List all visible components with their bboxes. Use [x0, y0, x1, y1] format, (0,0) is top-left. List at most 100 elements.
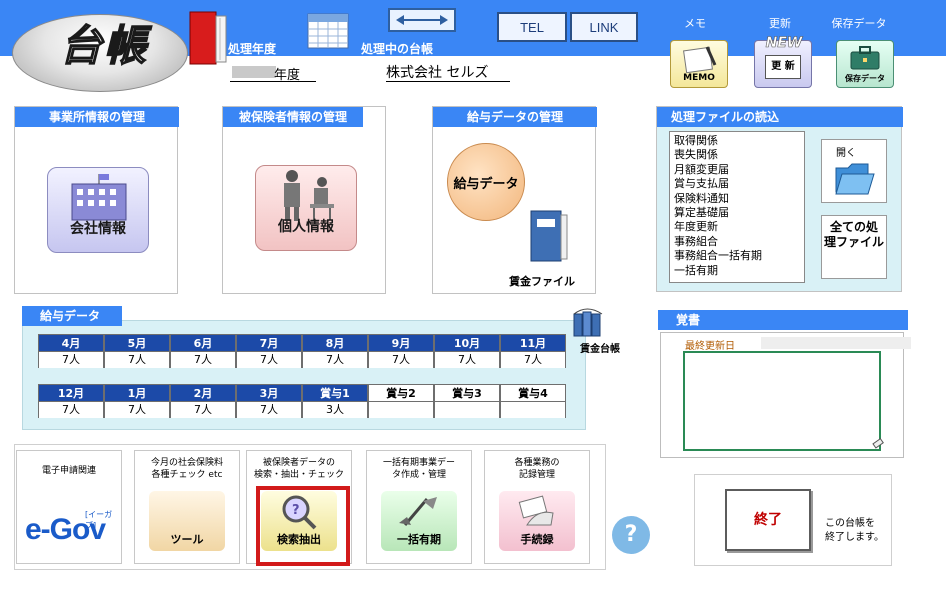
salary-month-cell[interactable]: 8月 7人 — [302, 334, 368, 368]
month-header: 7月 — [237, 335, 301, 352]
current-ledger-caption: 処理中の台帳 — [361, 42, 434, 56]
salary-bonus-cell[interactable]: 賞与1 3人 — [302, 384, 368, 418]
personal-info-button[interactable]: 個人情報 — [255, 165, 357, 251]
bonus-header: 賞与4 — [501, 385, 565, 402]
process-file-list[interactable]: 取得関係 喪失関係 月額変更届 賞与支払届 保険料通知 算定基礎届 年度更新 事… — [669, 131, 805, 283]
month-header: 6月 — [171, 335, 235, 352]
month-count: 7人 — [237, 352, 301, 368]
open-file-button[interactable]: 開く — [821, 139, 887, 203]
salary-bonus-cell[interactable]: 賞与3 — [434, 384, 500, 418]
salary-month-cell[interactable]: 10月 7人 — [434, 334, 500, 368]
salary-month-cell[interactable]: 5月 7人 — [104, 334, 170, 368]
tools-caption: 今月の社会保険料 各種チェック etc — [150, 458, 223, 480]
insured-panel-title: 被保険者情報の管理 — [223, 107, 363, 127]
month-count: 7人 — [171, 352, 235, 368]
month-header: 1月 — [105, 385, 169, 402]
file-list-item[interactable]: 喪失関係 — [674, 148, 800, 162]
month-count: 7人 — [501, 352, 565, 368]
header: 台帳 処理年度 処理中の台帳 TEL LINK メモ 更新 保存データ MEMO… — [0, 0, 946, 92]
memo-button[interactable]: MEMO — [670, 40, 728, 88]
salary-bonus-cell[interactable]: 賞与4 — [500, 384, 566, 418]
all-process-files-button[interactable]: 全ての処 理ファイル — [821, 215, 887, 279]
month-header: 2月 — [171, 385, 235, 402]
salary-month-cell[interactable]: 11月 7人 — [500, 334, 566, 368]
tel-button[interactable]: TEL — [497, 12, 567, 42]
salary-month-cell[interactable]: 4月 7人 — [38, 334, 104, 368]
month-header: 5月 — [105, 335, 169, 352]
last-update-label: 最終更新日 — [685, 341, 735, 352]
month-header: 12月 — [39, 385, 103, 402]
link-button[interactable]: LINK — [570, 12, 638, 42]
salary-month-cell[interactable]: 6月 7人 — [170, 334, 236, 368]
salary-month-cell[interactable]: 7月 7人 — [236, 334, 302, 368]
salary-data-panel: 給与データの管理 給与データ 賃金ファイル — [432, 106, 597, 294]
exit-panel: 終了 この台帳を 終了します。 — [694, 474, 892, 566]
batch-period-button[interactable]: 一括有期 — [381, 491, 457, 551]
egov-subtitle: [イーガブ] — [85, 510, 113, 530]
bonus-count: 3人 — [303, 402, 367, 418]
app-logo-text: 台帳 — [59, 20, 148, 71]
file-list-item[interactable]: 事務組合一括有期 — [674, 249, 800, 263]
salary-month-cell[interactable]: 12月 7人 — [38, 384, 104, 418]
memo-panel: 最終更新日 — [660, 332, 911, 458]
hand-note-icon — [518, 495, 554, 526]
tools-card[interactable]: 今月の社会保険料 各種チェック etc ツール — [134, 450, 240, 564]
search-caption: 被保険者データの 検索・抽出・チェック — [253, 458, 344, 480]
company-info-panel: 事業所情報の管理 会社情報 — [14, 106, 179, 294]
file-list-item[interactable]: 算定基礎届 — [674, 206, 800, 220]
month-count: 7人 — [171, 402, 235, 418]
bonus-header: 賞与3 — [435, 385, 499, 402]
egov-card[interactable]: 電子申請関連 e-Gov [イーガブ] — [16, 450, 122, 564]
fiscal-year-suffix: 年度 — [274, 68, 301, 83]
bonus-header: 賞与2 — [369, 385, 433, 402]
month-count: 7人 — [369, 352, 433, 368]
month-count: 7人 — [303, 352, 367, 368]
month-count: 7人 — [105, 352, 169, 368]
month-count: 7人 — [105, 402, 169, 418]
update-label: 更新 — [769, 17, 791, 30]
wage-ledger-label: 賃金台帳 — [580, 344, 620, 355]
work-record-button[interactable]: 手続録 — [499, 491, 575, 551]
exit-button[interactable]: 終了 — [725, 489, 811, 551]
wage-file-icon[interactable] — [529, 207, 569, 263]
egov-caption: 電子申請関連 — [41, 466, 96, 476]
salary-month-cell[interactable]: 9月 7人 — [368, 334, 434, 368]
file-list-item[interactable]: 年度更新 — [674, 220, 800, 234]
file-list-item[interactable]: 月額変更届 — [674, 163, 800, 177]
salary-data-button[interactable]: 給与データ — [447, 143, 525, 221]
help-button[interactable]: ? — [612, 516, 650, 554]
file-list-item[interactable]: 取得関係 — [674, 134, 800, 148]
salary-bonus-cell[interactable]: 賞与2 — [368, 384, 434, 418]
salary-month-cell[interactable]: 2月 7人 — [170, 384, 236, 418]
memo-label: メモ — [684, 17, 706, 30]
saved-data-button[interactable]: 保存データ — [836, 40, 894, 88]
salary-month-cell[interactable]: 1月 7人 — [104, 384, 170, 418]
last-update-value — [761, 337, 911, 349]
file-list-item[interactable]: 一括有期 — [674, 264, 800, 278]
file-list-item[interactable]: 保険料通知 — [674, 192, 800, 206]
process-file-title: 処理ファイルの読込 — [657, 107, 903, 127]
memo-panel-title: 覚書 — [658, 310, 908, 330]
shovel-icon — [399, 497, 437, 526]
swap-arrow-button[interactable] — [388, 8, 456, 32]
eraser-icon[interactable] — [871, 437, 885, 451]
tools-button[interactable]: ツール — [149, 491, 225, 551]
file-list-item[interactable]: 賞与支払届 — [674, 177, 800, 191]
work-record-card[interactable]: 各種業務の 記録管理 手続録 — [484, 450, 590, 564]
month-count: 7人 — [237, 402, 301, 418]
company-name: 株式会社 セルズ — [386, 62, 510, 82]
company-info-button[interactable]: 会社情報 — [47, 167, 149, 253]
update-button[interactable]: NEW 更 新 — [754, 35, 812, 88]
memo-textarea[interactable] — [683, 351, 881, 451]
calendar-icon[interactable] — [302, 10, 352, 52]
batch-period-card[interactable]: 一括有期事業デー タ作成・管理 一括有期 — [366, 450, 472, 564]
ledger-book-icon[interactable] — [186, 10, 230, 66]
month-header: 10月 — [435, 335, 499, 352]
update-icon-text: 更 新 — [765, 55, 801, 79]
month-header: 11月 — [501, 335, 565, 352]
wage-ledger-icon[interactable] — [572, 308, 606, 338]
salary-month-cell[interactable]: 3月 7人 — [236, 384, 302, 418]
save-icon-text: 保存データ — [845, 74, 885, 83]
file-list-item[interactable]: 事務組合 — [674, 235, 800, 249]
new-badge: NEW — [765, 35, 803, 52]
